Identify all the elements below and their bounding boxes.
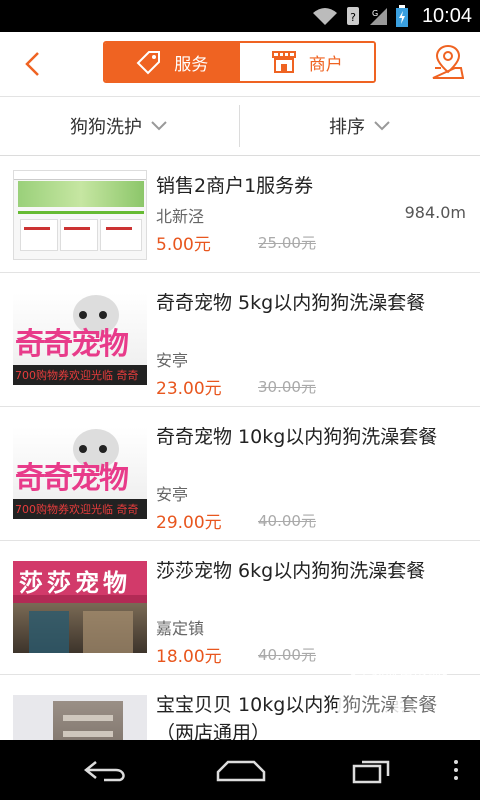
deal-original-price: 30.00元: [258, 378, 316, 396]
list-item[interactable]: 宝宝贝贝 10kg以内狗狗洗澡套餐（两店通用）: [0, 675, 480, 740]
list-item[interactable]: 销售2商户1服务券 北新泾 984.0m 5.00元 25.00元: [0, 156, 480, 273]
sort-filter[interactable]: 排序: [240, 97, 480, 155]
clock: 10:04: [421, 4, 472, 27]
back-icon[interactable]: [82, 758, 130, 784]
deal-title: 莎莎宠物 6kg以内狗狗洗澡套餐: [156, 560, 426, 582]
deal-title: 宝宝贝贝 10kg以内狗狗洗澡套餐（两店通用）: [156, 694, 438, 740]
recent-apps-icon[interactable]: [352, 758, 392, 784]
deal-original-price: 25.00元: [258, 234, 316, 252]
deal-location: 安亭: [156, 485, 189, 504]
system-nav-bar: [0, 740, 480, 800]
map-location-icon[interactable]: [432, 44, 464, 80]
deal-title: 奇奇宠物 10kg以内狗狗洗澡套餐: [156, 426, 438, 448]
back-arrow-icon[interactable]: [20, 50, 48, 78]
category-filter-label: 狗狗洗护: [70, 117, 142, 138]
home-icon[interactable]: [214, 758, 268, 784]
deal-title: 奇奇宠物 5kg以内狗狗洗澡套餐: [156, 292, 426, 314]
deal-thumbnail: [13, 695, 147, 740]
deal-title: 销售2商户1服务券: [156, 175, 314, 197]
deal-price: 29.00元: [156, 513, 222, 533]
sign-banner-text: 700购物券欢迎光临 奇奇: [15, 369, 139, 382]
sign-text: 奇奇宠物: [15, 461, 129, 496]
svg-text:G: G: [372, 9, 378, 18]
deal-location: 安亭: [156, 351, 189, 370]
sign-text: 奇奇宠物: [15, 327, 129, 362]
sort-filter-label: 排序: [329, 117, 365, 138]
tab-merchant[interactable]: 商户: [239, 43, 374, 81]
deal-price: 18.00元: [156, 647, 222, 667]
app-header: 服务 商户: [0, 32, 480, 97]
chevron-down-icon: [374, 121, 390, 131]
deal-price: 5.00元: [156, 235, 211, 255]
list-item[interactable]: 奇奇宠物 700购物券欢迎光临 奇奇 奇奇宠物 5kg以内狗狗洗澡套餐 安亭 2…: [0, 273, 480, 407]
status-bar: ? G 10:04: [0, 0, 480, 32]
list-item[interactable]: 奇奇宠物 700购物券欢迎光临 奇奇 奇奇宠物 10kg以内狗狗洗澡套餐 安亭 …: [0, 407, 480, 541]
tab-merchant-label: 商户: [308, 54, 343, 75]
sign-text: 莎莎宠物: [19, 569, 131, 597]
menu-icon[interactable]: [452, 758, 460, 782]
deal-thumbnail: 奇奇宠物 700购物券欢迎光临 奇奇: [13, 293, 147, 385]
deal-thumbnail: [13, 170, 147, 260]
chevron-down-icon: [151, 121, 167, 131]
sim-icon: ?: [346, 7, 359, 25]
deal-list: 销售2商户1服务券 北新泾 984.0m 5.00元 25.00元 奇奇宠物 7…: [0, 156, 480, 740]
tag-icon: [136, 51, 161, 75]
store-icon: [271, 51, 296, 73]
battery-icon: [395, 5, 408, 27]
deal-location: 嘉定镇: [156, 619, 205, 638]
filter-bar: 狗狗洗护 排序: [0, 97, 480, 156]
tab-service-label: 服务: [174, 54, 209, 75]
tab-service[interactable]: 服务: [105, 43, 240, 81]
deal-distance: 984.0m: [404, 203, 466, 222]
wifi-icon: [312, 8, 337, 25]
signal-icon: G: [369, 8, 387, 25]
deal-original-price: 40.00元: [258, 512, 316, 530]
svg-text:?: ?: [350, 11, 356, 24]
deal-thumbnail: 莎莎宠物: [13, 561, 147, 653]
deal-location: 北新泾: [156, 207, 205, 226]
deal-thumbnail: 奇奇宠物 700购物券欢迎光临 奇奇: [13, 427, 147, 519]
deal-original-price: 40.00元: [258, 646, 316, 664]
service-merchant-toggle: 服务 商户: [103, 41, 376, 83]
category-filter[interactable]: 狗狗洗护: [0, 97, 238, 155]
list-item[interactable]: 莎莎宠物 莎莎宠物 6kg以内狗狗洗澡套餐 嘉定镇 18.00元 40.00元: [0, 541, 480, 675]
deal-price: 23.00元: [156, 379, 222, 399]
sign-banner-text: 700购物券欢迎光临 奇奇: [15, 503, 139, 516]
